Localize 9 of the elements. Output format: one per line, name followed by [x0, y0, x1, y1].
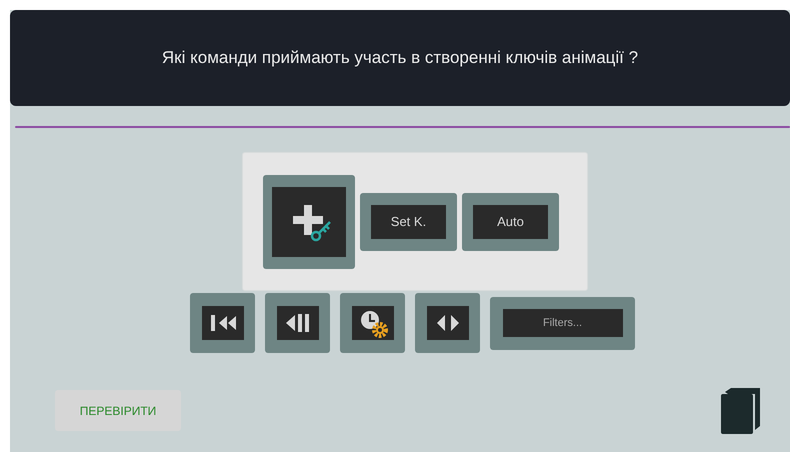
question-text: Які команди приймають участь в створенні ключів анімації ?: [162, 47, 638, 70]
answer-tile[interactable]: Set K.: [360, 192, 457, 250]
answer-tile[interactable]: [263, 174, 355, 268]
answer-tile[interactable]: Filters...: [490, 296, 635, 350]
answer-tile[interactable]: [265, 293, 330, 353]
answer-tile[interactable]: [190, 293, 255, 353]
answer-tile[interactable]: [415, 293, 480, 353]
answer-tile[interactable]: Auto: [462, 192, 559, 250]
answer-tile[interactable]: [340, 293, 405, 353]
